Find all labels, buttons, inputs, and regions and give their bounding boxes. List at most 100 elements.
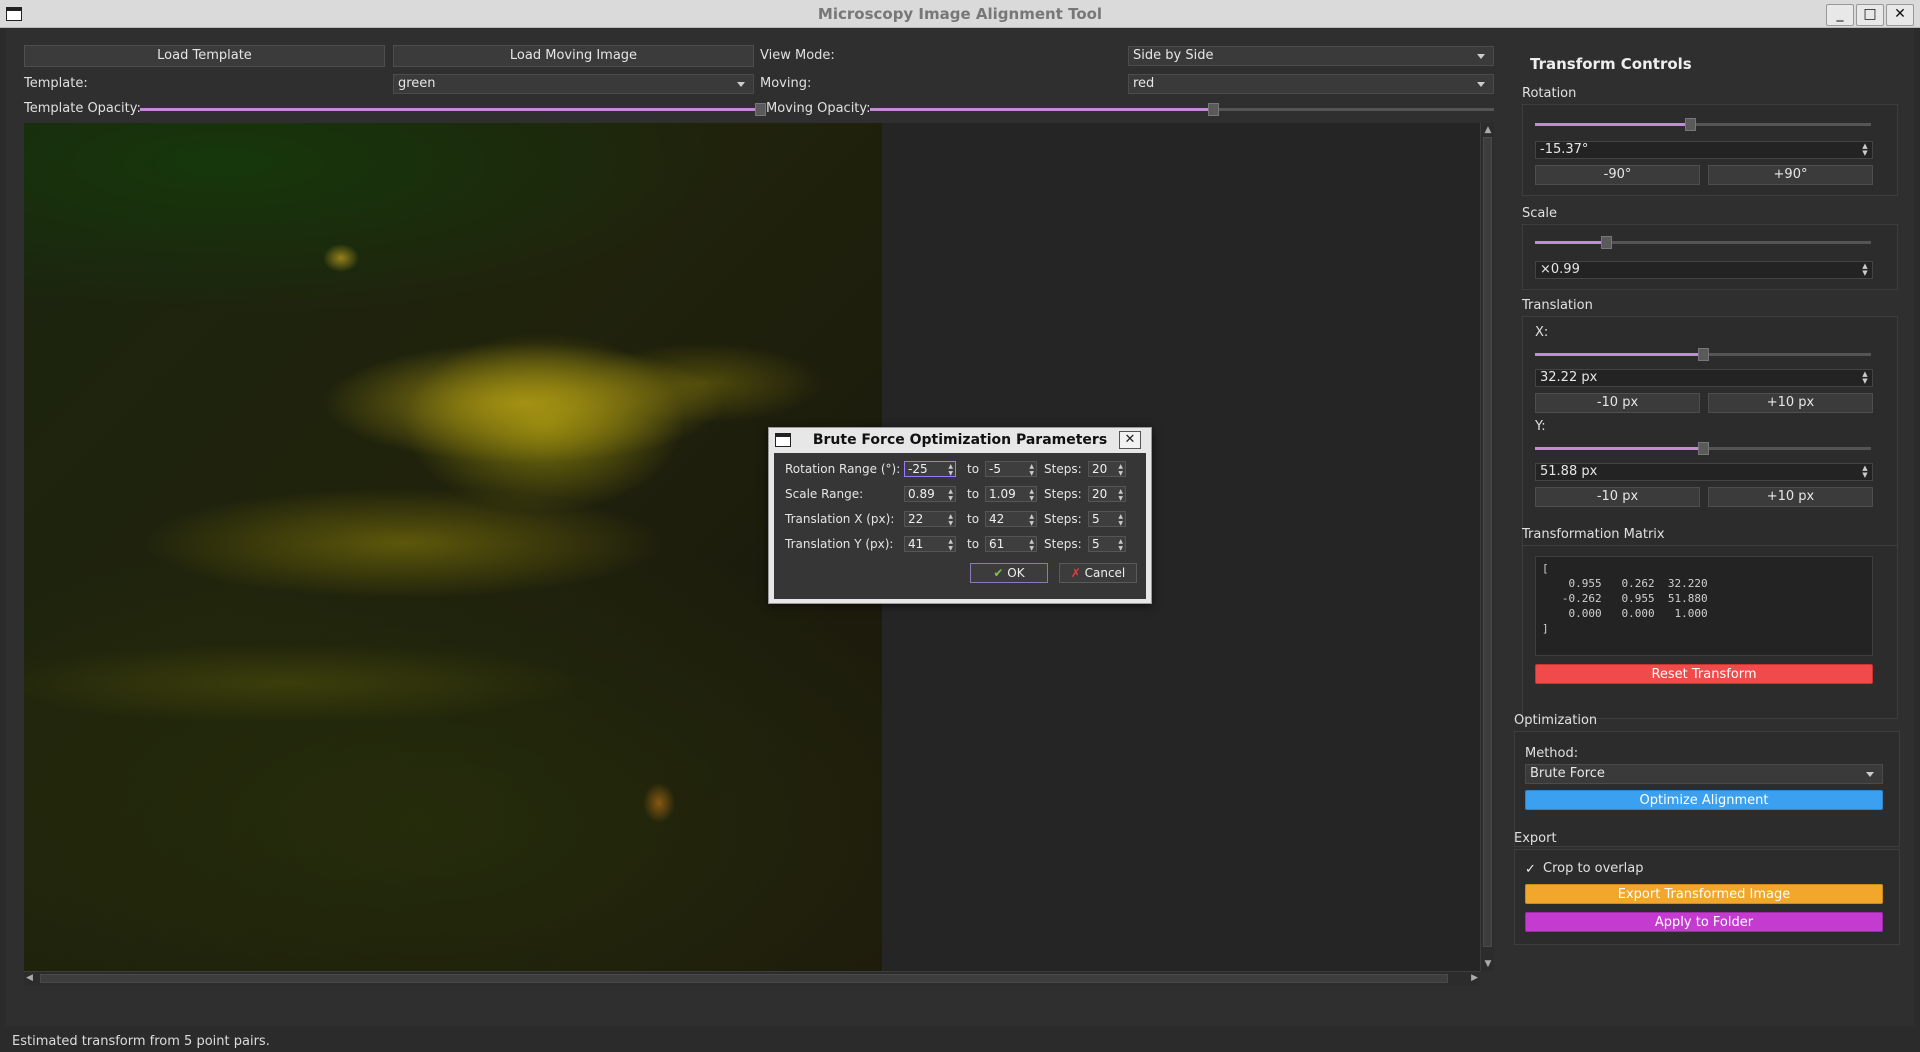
translation-x-from-spinbox[interactable]: 22 ▲ ▼	[904, 511, 956, 527]
translation-x-value: 32.22 px	[1540, 370, 1598, 385]
steps-label: Steps:	[1044, 537, 1082, 551]
spin-arrows-icon[interactable]: ▲ ▼	[1861, 371, 1869, 385]
translation-y-from-spinbox[interactable]: 41 ▲ ▼	[904, 536, 956, 552]
scale-steps-value: 20	[1092, 487, 1108, 501]
rotation-steps-value: 20	[1092, 462, 1108, 476]
brute-force-dialog: Brute Force Optimization Parameters ✕ Ro…	[768, 427, 1152, 604]
scroll-right-icon[interactable]: ▶	[1471, 973, 1478, 983]
translation-x-steps-spinbox[interactable]: 5 ▲ ▼	[1088, 511, 1126, 527]
translation-x-to-spinbox[interactable]: 42 ▲ ▼	[985, 511, 1037, 527]
scale-to-spinbox[interactable]: 1.09 ▲ ▼	[985, 486, 1037, 502]
template-opacity-handle[interactable]	[755, 103, 766, 116]
template-channel-value: green	[398, 76, 436, 91]
spin-arrows-icon[interactable]: ▲ ▼	[948, 513, 953, 527]
close-window-button[interactable]: ✕	[1886, 4, 1914, 26]
spin-arrows-icon[interactable]: ▲ ▼	[1118, 488, 1123, 502]
translation-x-slider[interactable]	[1535, 348, 1871, 361]
translate-y-plus-button[interactable]: +10 px	[1708, 487, 1873, 507]
moving-opacity-slider[interactable]	[870, 103, 1494, 116]
load-template-button[interactable]: Load Template	[24, 45, 385, 67]
template-opacity-slider[interactable]	[140, 103, 766, 116]
scale-steps-spinbox[interactable]: 20 ▲ ▼	[1088, 486, 1126, 502]
scale-spinbox[interactable]: ×0.99 ▲ ▼	[1535, 261, 1873, 279]
spin-arrows-icon[interactable]: ▲ ▼	[1861, 143, 1869, 157]
translate-x-plus-button[interactable]: +10 px	[1708, 393, 1873, 413]
rotation-from-spinbox[interactable]: -25 ▲ ▼	[904, 461, 956, 477]
rotation-spinbox[interactable]: -15.37° ▲ ▼	[1535, 141, 1873, 159]
spin-arrows-icon[interactable]: ▲ ▼	[1029, 538, 1034, 552]
rotation-slider-handle[interactable]	[1684, 118, 1696, 131]
export-transformed-image-button[interactable]: Export Transformed Image	[1525, 884, 1883, 904]
spin-arrows-icon[interactable]: ▲ ▼	[1861, 263, 1869, 277]
dialog-close-button[interactable]: ✕	[1119, 431, 1141, 449]
spin-arrows-icon[interactable]: ▲ ▼	[1118, 463, 1123, 477]
cancel-button[interactable]: ✗ Cancel	[1059, 563, 1137, 583]
method-label: Method:	[1525, 746, 1579, 761]
steps-label: Steps:	[1044, 462, 1082, 476]
translation-y-steps-spinbox[interactable]: 5 ▲ ▼	[1088, 536, 1126, 552]
vertical-scrollbar[interactable]: ▲ ▼	[1480, 123, 1494, 971]
spin-arrows-icon[interactable]: ▲ ▼	[1029, 513, 1034, 527]
spin-arrows-icon[interactable]: ▲ ▼	[1029, 488, 1034, 502]
load-moving-image-button[interactable]: Load Moving Image	[393, 45, 754, 67]
scroll-up-icon[interactable]: ▲	[1481, 125, 1495, 135]
minimize-button[interactable]: _	[1826, 4, 1854, 26]
translation-y-slider[interactable]	[1535, 442, 1871, 455]
rotate-minus-90-button[interactable]: -90°	[1535, 165, 1700, 185]
moving-opacity-label: Moving Opacity:	[766, 101, 871, 116]
moving-channel-select[interactable]: red	[1128, 74, 1494, 94]
view-mode-select[interactable]: Side by Side	[1128, 46, 1494, 66]
scale-slider-handle[interactable]	[1600, 236, 1612, 249]
translation-y-handle[interactable]	[1698, 442, 1709, 455]
scale-from-value: 0.89	[908, 487, 935, 501]
scale-from-spinbox[interactable]: 0.89 ▲ ▼	[904, 486, 956, 502]
dialog-title: Brute Force Optimization Parameters	[812, 432, 1108, 448]
maximize-button[interactable]: □	[1856, 4, 1884, 26]
chevron-down-icon	[1477, 82, 1485, 87]
apply-to-folder-button[interactable]: Apply to Folder	[1525, 912, 1883, 932]
translation-y-spinbox[interactable]: 51.88 px ▲ ▼	[1535, 463, 1873, 481]
spin-arrows-icon[interactable]: ▲ ▼	[948, 463, 953, 477]
moving-opacity-handle[interactable]	[1208, 103, 1220, 116]
spin-arrows-icon[interactable]: ▲ ▼	[948, 488, 953, 502]
image-view[interactable]	[24, 123, 1484, 971]
optimization-label: Optimization	[1514, 713, 1598, 728]
scale-value: ×0.99	[1540, 262, 1580, 277]
translate-x-minus-button[interactable]: -10 px	[1535, 393, 1700, 413]
title-bar: Microscopy Image Alignment Tool _ □ ✕	[0, 0, 1920, 28]
scroll-left-icon[interactable]: ◀	[26, 973, 33, 983]
spin-arrows-icon[interactable]: ▲ ▼	[1118, 513, 1123, 527]
translate-y-minus-button[interactable]: -10 px	[1535, 487, 1700, 507]
optimization-method-select[interactable]: Brute Force	[1525, 764, 1883, 784]
translation-x-handle[interactable]	[1698, 348, 1709, 361]
horizontal-scrollbar[interactable]: ◀ ▶	[24, 971, 1480, 985]
transformation-matrix: [ 0.955 0.262 32.220 -0.262 0.955 51.880…	[1535, 556, 1873, 656]
crop-to-overlap-checkbox[interactable]: ✓	[1525, 862, 1541, 878]
reset-transform-button[interactable]: Reset Transform	[1535, 664, 1873, 684]
vertical-scroll-thumb[interactable]	[1483, 137, 1492, 947]
rotation-slider[interactable]	[1535, 118, 1871, 131]
spin-arrows-icon[interactable]: ▲ ▼	[1118, 538, 1123, 552]
translation-x-steps-value: 5	[1092, 512, 1100, 526]
spin-arrows-icon[interactable]: ▲ ▼	[948, 538, 953, 552]
rotation-steps-spinbox[interactable]: 20 ▲ ▼	[1088, 461, 1126, 477]
translation-y-value: 51.88 px	[1540, 464, 1598, 479]
translation-x-spinbox[interactable]: 32.22 px ▲ ▼	[1535, 369, 1873, 387]
rotation-to-spinbox[interactable]: -5 ▲ ▼	[985, 461, 1037, 477]
moving-channel-value: red	[1133, 76, 1155, 91]
spin-arrows-icon[interactable]: ▲ ▼	[1861, 465, 1869, 479]
translation-y-fill	[1535, 447, 1703, 450]
scroll-down-icon[interactable]: ▼	[1481, 959, 1495, 969]
cancel-button-label: Cancel	[1084, 566, 1126, 580]
translation-y-to-spinbox[interactable]: 61 ▲ ▼	[985, 536, 1037, 552]
param-row-label: Translation Y (px):	[785, 537, 894, 551]
translation-x-label: X:	[1535, 325, 1549, 340]
template-channel-select[interactable]: green	[393, 74, 754, 94]
horizontal-scroll-thumb[interactable]	[40, 974, 1448, 983]
translation-x-from-value: 22	[908, 512, 924, 526]
ok-button[interactable]: ✔ OK	[970, 563, 1048, 583]
optimize-alignment-button[interactable]: Optimize Alignment	[1525, 790, 1883, 810]
spin-arrows-icon[interactable]: ▲ ▼	[1029, 463, 1034, 477]
scale-slider[interactable]	[1535, 236, 1871, 249]
rotate-plus-90-button[interactable]: +90°	[1708, 165, 1873, 185]
